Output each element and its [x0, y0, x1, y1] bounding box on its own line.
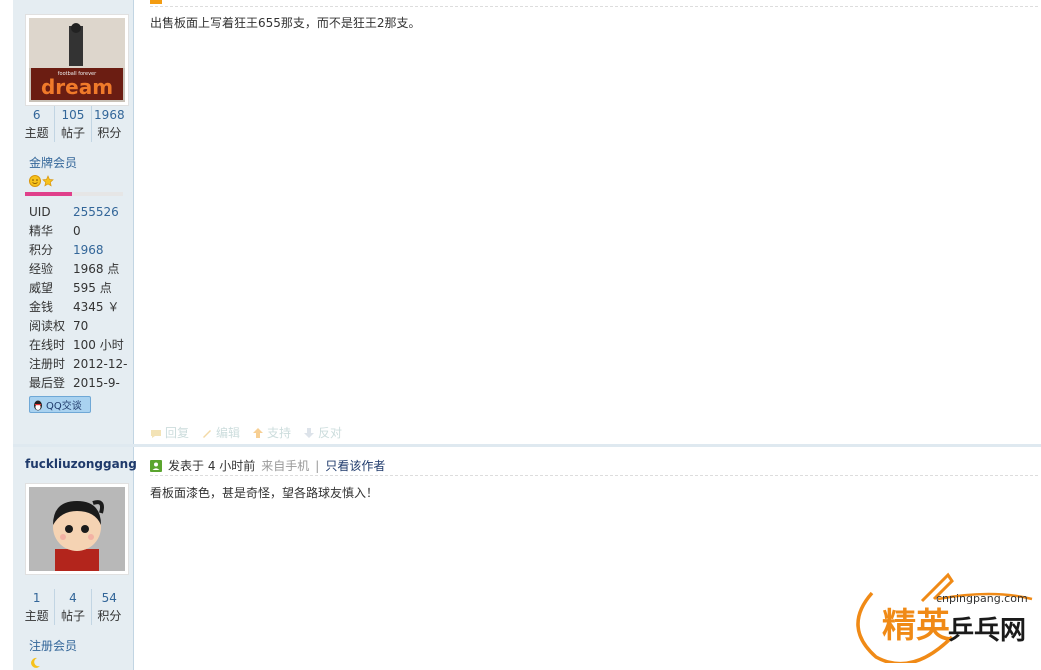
profile-row-read-permission: 阅读权 70: [29, 319, 89, 333]
post-icon: [150, 0, 162, 4]
star-icon: [42, 175, 54, 187]
header-divider: [150, 475, 1038, 476]
moon-icon: [31, 657, 40, 668]
stat-posts[interactable]: 4 帖子: [55, 589, 92, 625]
svg-text:dream: dream: [41, 75, 113, 99]
pencil-icon: [203, 429, 212, 438]
site-watermark: cnpingpang.com 精英 乒乓网: [852, 567, 1037, 666]
rank-stars: [29, 175, 54, 187]
author-username[interactable]: fuckliuzonggang: [25, 457, 137, 471]
author-stats: 1 主题 4 帖子 54 积分: [19, 589, 127, 625]
watermark-logo: cnpingpang.com 精英 乒乓网: [856, 572, 1033, 666]
stat-posts[interactable]: 105 帖子: [55, 106, 92, 142]
uid-link[interactable]: 255526: [73, 203, 119, 222]
avatar-image: football forever dream: [29, 18, 125, 102]
author-sidebar: football forever dream 6 主题 105 帖子 1968 …: [13, 0, 134, 444]
post-time: 发表于 4 小时前: [168, 459, 256, 473]
edit-action[interactable]: 编辑: [201, 424, 240, 441]
credit-progress-bar: [25, 192, 123, 196]
header-divider: [150, 6, 1038, 7]
points-link[interactable]: 1968: [73, 241, 104, 260]
qq-penguin-icon: [34, 400, 42, 410]
stat-topics[interactable]: 1 主题: [19, 589, 56, 625]
meta-separator: |: [315, 458, 320, 473]
profile-row-money: 金钱 4345 ￥: [29, 300, 120, 314]
profile-row-prestige: 威望 595 点: [29, 281, 112, 295]
post-meta: 发表于 4 小时前 来自手机 | 只看该作者: [150, 457, 385, 474]
svg-text:乒乓网: 乒乓网: [948, 616, 1026, 646]
author-stats: 6 主题 105 帖子 1968 积分: [19, 106, 127, 142]
support-action[interactable]: 支持: [252, 424, 291, 441]
profile-details: UID 255526 精华 0 积分 1968 经验 1968 点 威望 595 点 金钱…: [29, 203, 133, 393]
profile-row-register-time: 注册时 2012-12-: [29, 357, 128, 371]
avatar[interactable]: [25, 483, 129, 575]
reply-icon: [151, 429, 161, 438]
smile-icon: [29, 175, 41, 187]
stat-points[interactable]: 1968 积分: [92, 106, 127, 142]
oppose-action[interactable]: 反对: [303, 424, 342, 441]
profile-row-uid: UID 255526: [29, 203, 133, 222]
svg-text:cnpingpang.com: cnpingpang.com: [936, 592, 1028, 605]
thumbs-down-icon: [304, 427, 315, 438]
rank-link[interactable]: 注册会员: [29, 637, 77, 654]
profile-row-last-login: 最后登 2015-9-: [29, 376, 120, 390]
profile-row-online-time: 在线时 100 小时: [29, 338, 124, 352]
rank-link[interactable]: 金牌会员: [29, 154, 77, 171]
stat-topics[interactable]: 6 主题: [19, 106, 56, 142]
profile-row-experience: 经验 1968 点: [29, 262, 120, 276]
reply-action[interactable]: 回复: [150, 424, 189, 441]
svg-text:精英: 精英: [882, 606, 951, 646]
author-sidebar: fuckliuzonggang 1 主题 4 帖子 54 积分 注册会员: [13, 447, 137, 670]
qq-chat-button[interactable]: QQ交谈: [29, 396, 91, 413]
avatar[interactable]: football forever dream: [25, 14, 129, 106]
post-actions: 回复 编辑 支持 反对: [150, 424, 342, 441]
post-1: football forever dream 6 主题 105 帖子 1968 …: [0, 0, 1041, 444]
profile-row-essence: 精华 0: [29, 224, 81, 238]
avatar-image: [29, 487, 125, 571]
online-status-icon: [150, 459, 162, 472]
thumbs-up-icon: [253, 427, 264, 438]
credit-progress-fill: [25, 192, 72, 196]
profile-row-points: 积分 1968: [29, 241, 133, 260]
stat-points[interactable]: 54 积分: [92, 589, 127, 625]
post-content: 看板面漆色，甚是奇怪，望各路球友慎入！: [150, 486, 379, 500]
post-content: 出售板面上写着狂王655那支，而不是狂王2那支。: [150, 16, 421, 30]
author-only-link[interactable]: 只看该作者: [325, 457, 385, 474]
post-source: 来自手机: [261, 459, 310, 473]
